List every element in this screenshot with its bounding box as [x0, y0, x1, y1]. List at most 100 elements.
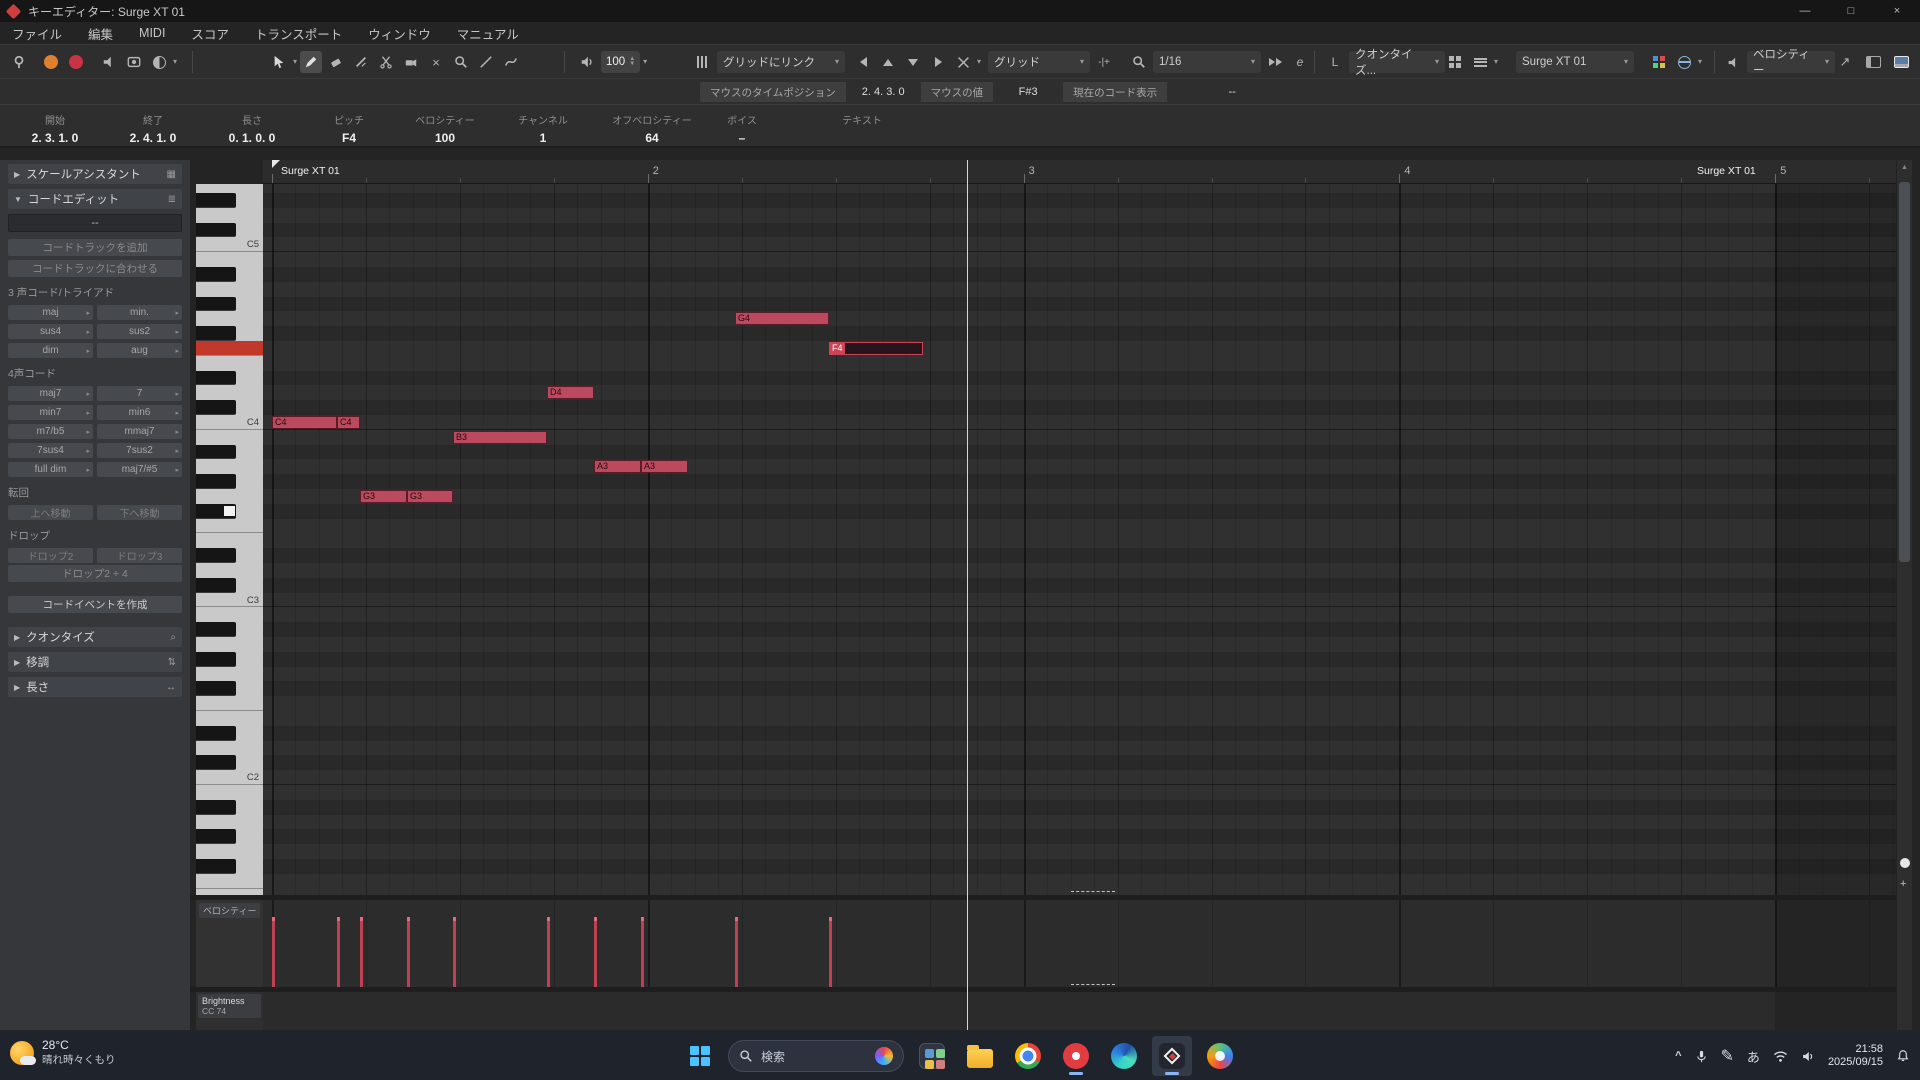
- chord-button-aug[interactable]: aug▸: [97, 343, 182, 358]
- grid-minus-plus-icon[interactable]: -|+: [1093, 51, 1115, 73]
- length-q-icon[interactable]: L: [1324, 51, 1346, 73]
- lane-resize-dashes[interactable]: [1071, 891, 1115, 892]
- info-field-1[interactable]: 終了2. 4. 1. 0: [107, 112, 199, 145]
- cubase-taskbar-button[interactable]: [1152, 1036, 1192, 1076]
- info-value[interactable]: 2. 3. 1. 0: [9, 131, 101, 145]
- section-scale-assistant[interactable]: ▶ スケールアシスタント ▦: [8, 164, 182, 184]
- info-field-8[interactable]: テキスト: [816, 112, 908, 131]
- start-button[interactable]: [680, 1036, 720, 1076]
- velocity-stem-0[interactable]: [272, 917, 275, 987]
- piano-key-35[interactable]: [196, 607, 263, 622]
- menu-item-0[interactable]: ファイル: [12, 24, 62, 43]
- chevron-down-icon[interactable]: ▾: [977, 58, 981, 66]
- grid-row[interactable]: [263, 815, 1896, 830]
- info-value[interactable]: –: [696, 131, 788, 145]
- grid-row[interactable]: [263, 548, 1896, 563]
- color-grid-icon[interactable]: [1648, 51, 1670, 73]
- taskbar-clock[interactable]: 21:58 2025/09/15: [1828, 1043, 1883, 1069]
- object-select-tool[interactable]: [268, 51, 290, 73]
- zoom-tool[interactable]: [450, 51, 472, 73]
- midi-note-g4-8[interactable]: G4: [735, 312, 829, 325]
- chord-button--[interactable]: 上へ移動: [8, 505, 93, 520]
- grid-row[interactable]: [263, 726, 1896, 741]
- chevron-down-icon[interactable]: ▾: [1698, 58, 1702, 66]
- zoom-in-icon[interactable]: +: [1900, 878, 1906, 890]
- piano-key-57[interactable]: [196, 282, 263, 297]
- file-explorer-button[interactable]: [960, 1036, 1000, 1076]
- spin-arrows[interactable]: ▲▼: [629, 57, 635, 67]
- wifi-icon[interactable]: [1773, 1050, 1788, 1063]
- piano-key-24[interactable]: C2: [196, 770, 263, 785]
- grid-row[interactable]: [263, 356, 1896, 371]
- piano-key-29[interactable]: [196, 696, 263, 711]
- zoom-handle[interactable]: [1900, 858, 1910, 868]
- grid-row[interactable]: [263, 267, 1896, 282]
- glue-tool[interactable]: [400, 51, 422, 73]
- chord-button--2[interactable]: ドロップ2: [8, 548, 93, 563]
- weather-widget[interactable]: 28°C 晴れ時々くもり: [10, 1038, 116, 1067]
- move-restrict-icon[interactable]: [952, 51, 974, 73]
- piano-key-25[interactable]: [196, 755, 263, 770]
- ruler[interactable]: Surge XT 01 Surge XT 01 2345: [263, 160, 1896, 184]
- info-field-4[interactable]: ベロシティー100: [399, 112, 491, 145]
- part-selector-dropdown[interactable]: Surge XT 01▾: [1516, 51, 1634, 73]
- grid-row[interactable]: [263, 607, 1896, 622]
- grid-row[interactable]: [263, 184, 1896, 193]
- piano-key-44[interactable]: [196, 474, 263, 489]
- grid-row[interactable]: [263, 755, 1896, 770]
- velocity-stem-2[interactable]: [360, 917, 363, 987]
- pen-icon[interactable]: ✎: [1721, 1046, 1734, 1066]
- align-chord-track-button[interactable]: コードトラックに合わせる: [8, 260, 182, 277]
- grid-row[interactable]: [263, 459, 1896, 474]
- midi-note-a3-7[interactable]: A3: [641, 460, 688, 473]
- microphone-icon[interactable]: [1695, 1050, 1708, 1063]
- chord-button--3[interactable]: ドロップ3: [97, 548, 182, 563]
- independent-loop-icon[interactable]: [148, 51, 170, 73]
- iterative-quantize-icon[interactable]: [1264, 51, 1286, 73]
- velocity-stem-8[interactable]: [735, 917, 738, 987]
- nudge-down-icon[interactable]: [902, 51, 924, 73]
- piano-key-50[interactable]: [196, 385, 263, 400]
- erase-tool[interactable]: [325, 51, 347, 73]
- piano-key-58[interactable]: [196, 267, 263, 282]
- minimize-button[interactable]: —: [1782, 0, 1828, 22]
- piano-key-18[interactable]: [196, 859, 263, 874]
- draw-tool[interactable]: [300, 51, 322, 73]
- info-value[interactable]: 100: [399, 131, 491, 145]
- piano-key-43[interactable]: [196, 489, 263, 504]
- velocity-stem-4[interactable]: [453, 917, 456, 987]
- scroll-up-icon[interactable]: ▲: [1897, 160, 1912, 174]
- piano-key-55[interactable]: [196, 311, 263, 326]
- velocity-stem-6[interactable]: [594, 917, 597, 987]
- drop2-4-button[interactable]: ドロップ2 + 4: [8, 565, 182, 582]
- piano-key-49[interactable]: [196, 400, 263, 415]
- nudge-up-icon[interactable]: [877, 51, 899, 73]
- grid-row[interactable]: [263, 341, 1896, 356]
- grid-row[interactable]: [263, 696, 1896, 711]
- chord-button-sus2[interactable]: sus2▸: [97, 324, 182, 339]
- midi-note-g3-2[interactable]: G3: [360, 490, 407, 503]
- grid-row[interactable]: [263, 415, 1896, 430]
- grid-row[interactable]: [263, 563, 1896, 578]
- event-list-icon[interactable]: [1469, 51, 1491, 73]
- info-field-7[interactable]: ボイス–: [696, 112, 788, 145]
- grid-row[interactable]: [263, 385, 1896, 400]
- acoustic-feedback-icon[interactable]: [576, 51, 598, 73]
- velocity-stem-1[interactable]: [337, 917, 340, 987]
- widgets-button[interactable]: [912, 1036, 952, 1076]
- velocity-stem-5[interactable]: [547, 917, 550, 987]
- midi-note-c4-1[interactable]: C4: [337, 416, 360, 429]
- piano-key-48[interactable]: C4: [196, 415, 263, 430]
- velocity-lane-label[interactable]: ベロシティー: [199, 903, 260, 918]
- left-zone-toggle-icon[interactable]: [1862, 51, 1884, 73]
- grid-row[interactable]: [263, 311, 1896, 326]
- open-in-window-icon[interactable]: ↗: [1834, 51, 1856, 73]
- taskbar-search[interactable]: 検索: [728, 1040, 904, 1072]
- piano-key-33[interactable]: [196, 637, 263, 652]
- menu-item-2[interactable]: MIDI: [139, 26, 165, 40]
- volume-icon[interactable]: [1801, 1050, 1815, 1063]
- info-value[interactable]: 2. 4. 1. 0: [107, 131, 199, 145]
- curve-tool[interactable]: [500, 51, 522, 73]
- speaker-icon[interactable]: [98, 51, 120, 73]
- piano-key-26[interactable]: [196, 741, 263, 756]
